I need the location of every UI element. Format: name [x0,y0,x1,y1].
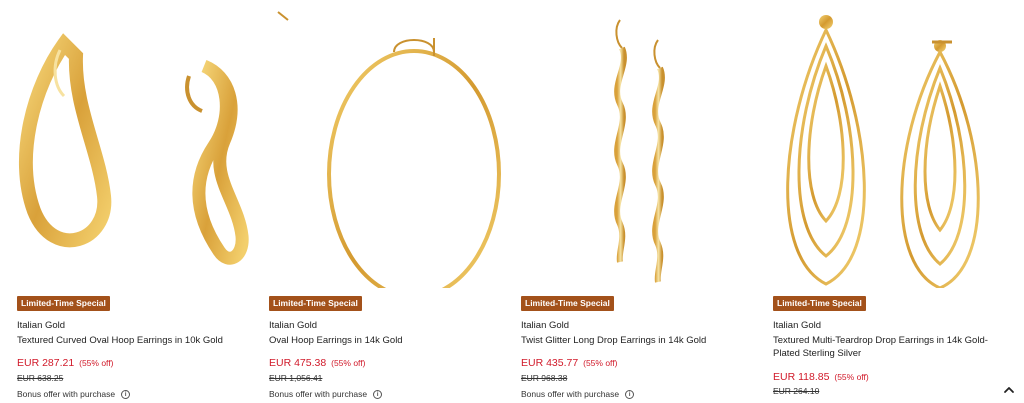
bonus-offer-label: Bonus offer with purchase [521,389,620,399]
product-card[interactable]: Limited-Time Special Italian Gold Oval H… [266,0,506,403]
sale-price: EUR 118.85 [773,371,830,383]
bonus-offer: Bonus offer with purchase i [521,389,635,399]
price-row: EUR 435.77 (55% off) [521,357,617,369]
discount-percent: (55% off) [834,372,869,382]
original-price: EUR 968.38 [521,373,568,383]
product-image[interactable] [14,6,254,288]
product-title[interactable]: Oval Hoop Earrings in 14k Gold [269,334,504,347]
info-circle-icon[interactable]: i [625,389,635,399]
original-price: EUR 264.10 [773,386,820,396]
price-row: EUR 118.85 (55% off) [773,371,869,383]
product-title[interactable]: Textured Multi-Teardrop Drop Earrings in… [773,334,1008,360]
earring-image [277,11,501,288]
product-image[interactable] [266,6,506,288]
bonus-offer-label: Bonus offer with purchase [17,389,116,399]
info-circle-icon[interactable]: i [373,389,383,399]
limited-time-badge: Limited-Time Special [269,296,362,311]
bonus-offer: Bonus offer with purchase i [17,389,131,399]
product-brand: Italian Gold [17,320,66,331]
bonus-offer-label: Bonus offer with purchase [269,389,368,399]
product-image[interactable] [770,6,1010,288]
limited-time-badge: Limited-Time Special [773,296,866,311]
product-card[interactable]: Limited-Time Special Italian Gold Textur… [14,0,254,403]
limited-time-badge: Limited-Time Special [521,296,614,311]
sale-price: EUR 435.77 [521,357,579,369]
original-price: EUR 1,056.41 [269,373,323,383]
product-title[interactable]: Twist Glitter Long Drop Earrings in 14k … [521,334,756,347]
discount-percent: (55% off) [331,358,366,368]
sale-price: EUR 475.38 [269,357,327,369]
earring-image [786,15,980,288]
limited-time-badge: Limited-Time Special [17,296,110,311]
discount-percent: (55% off) [583,358,618,368]
product-card[interactable]: Limited-Time Special Italian Gold Twist … [518,0,758,403]
product-title[interactable]: Textured Curved Oval Hoop Earrings in 10… [17,334,252,347]
product-card[interactable]: Limited-Time Special Italian Gold Textur… [770,0,1010,403]
discount-percent: (55% off) [79,358,114,368]
price-row: EUR 475.38 (55% off) [269,357,365,369]
price-row: EUR 287.21 (55% off) [17,357,113,369]
product-brand: Italian Gold [773,320,822,331]
sale-price: EUR 287.21 [17,357,75,369]
original-price: EUR 638.25 [17,373,64,383]
earring-image [614,19,665,283]
bonus-offer: Bonus offer with purchase i [269,389,383,399]
product-grid: Limited-Time Special Italian Gold Textur… [0,0,1024,403]
info-circle-icon[interactable]: i [121,389,131,399]
product-image[interactable] [518,6,758,288]
product-brand: Italian Gold [521,320,570,331]
product-brand: Italian Gold [269,320,318,331]
earring-image [18,33,249,265]
chevron-up-icon[interactable] [1002,383,1016,397]
